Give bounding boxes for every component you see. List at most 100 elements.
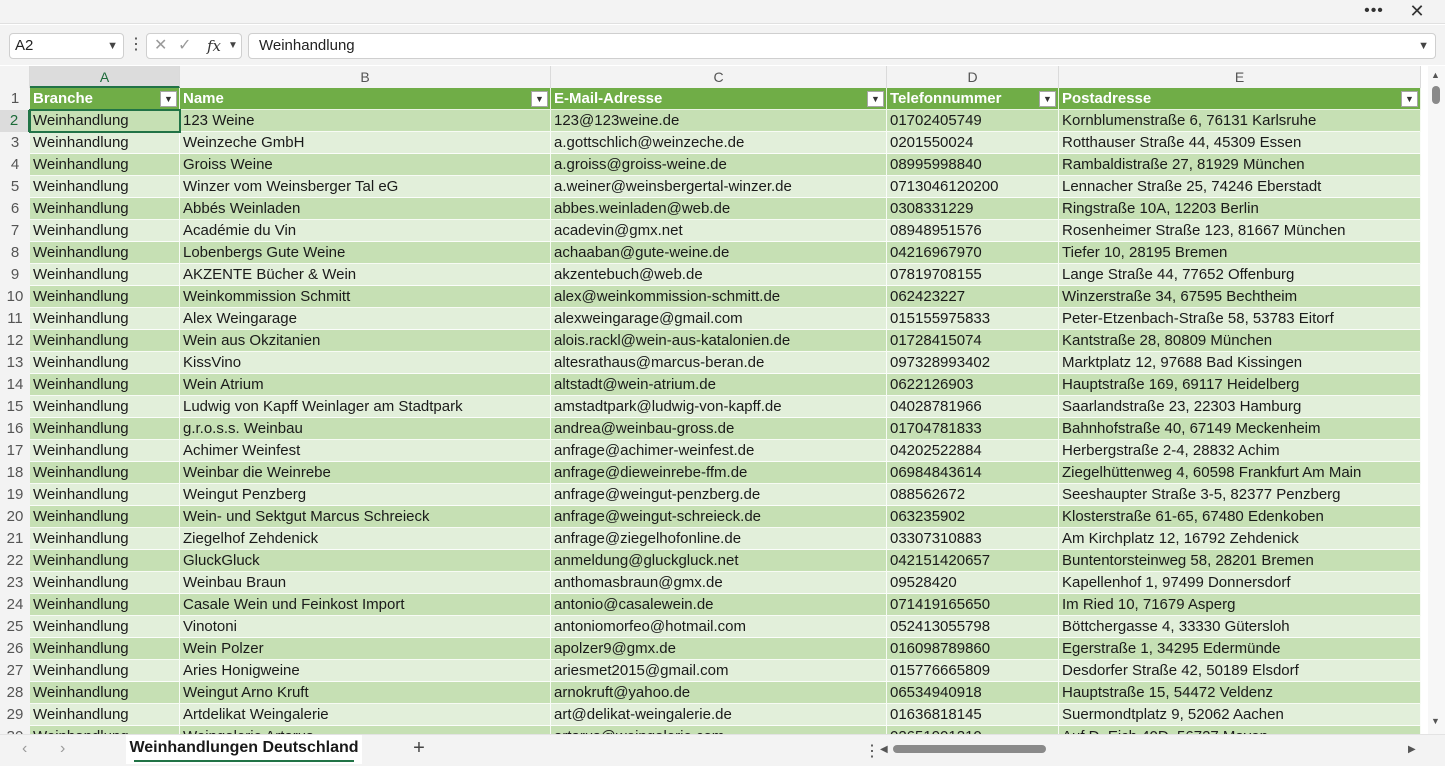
table-cell[interactable]: Weinhandlung	[30, 682, 180, 704]
table-cell[interactable]: Artdelikat Weingalerie	[180, 704, 551, 726]
table-cell[interactable]: Ziegelhof Zehdenick	[180, 528, 551, 550]
scroll-down-icon[interactable]: ▼	[1431, 716, 1440, 726]
table-cell[interactable]: Weinhandlung	[30, 286, 180, 308]
table-cell[interactable]: Weinhandlung	[30, 616, 180, 638]
cancel-icon[interactable]: ✕	[154, 34, 167, 58]
table-cell[interactable]: 06534940918	[887, 682, 1059, 704]
table-cell[interactable]: Abbés Weinladen	[180, 198, 551, 220]
row-header[interactable]: 18	[0, 462, 30, 484]
table-cell[interactable]: anfrage@achimer-weinfest.de	[551, 440, 887, 462]
vertical-scroll-thumb[interactable]	[1432, 86, 1440, 104]
table-cell[interactable]: andrea@weinbau-gross.de	[551, 418, 887, 440]
row-header[interactable]: 9	[0, 264, 30, 286]
table-cell[interactable]: Weinhandlung	[30, 572, 180, 594]
select-all-corner[interactable]	[0, 66, 30, 88]
row-header[interactable]: 26	[0, 638, 30, 660]
table-cell[interactable]: Weinzeche GmbH	[180, 132, 551, 154]
table-cell[interactable]: 052413055798	[887, 616, 1059, 638]
expand-formula-icon[interactable]: ▼	[1418, 34, 1429, 58]
row-header[interactable]: 13	[0, 352, 30, 374]
table-cell[interactable]: antonio@casalewein.de	[551, 594, 887, 616]
row-header[interactable]: 24	[0, 594, 30, 616]
table-cell[interactable]: 0713046120200	[887, 176, 1059, 198]
table-cell[interactable]: Ludwig von Kapff Weinlager am Stadtpark	[180, 396, 551, 418]
table-cell[interactable]: Rambaldistraße 27, 81929 München	[1059, 154, 1421, 176]
table-cell[interactable]: Weinbar die Weinrebe	[180, 462, 551, 484]
table-cell[interactable]: Weinhandlung	[30, 594, 180, 616]
table-cell[interactable]: antoniomorfeo@hotmail.com	[551, 616, 887, 638]
table-cell[interactable]: altesrathaus@marcus-beran.de	[551, 352, 887, 374]
row-header[interactable]: 3	[0, 132, 30, 154]
header-cell[interactable]: E-Mail-Adresse	[551, 88, 887, 110]
chevron-down-icon[interactable]: ▼	[228, 34, 238, 58]
table-cell[interactable]: 0201550024	[887, 132, 1059, 154]
table-cell[interactable]: 097328993402	[887, 352, 1059, 374]
table-cell[interactable]: KissVino	[180, 352, 551, 374]
table-cell[interactable]: Weinhandlung	[30, 528, 180, 550]
table-cell[interactable]: alexweingarage@gmail.com	[551, 308, 887, 330]
table-cell[interactable]: Achimer Weinfest	[180, 440, 551, 462]
row-header[interactable]: 28	[0, 682, 30, 704]
row-header[interactable]: 25	[0, 616, 30, 638]
table-cell[interactable]: akzentebuch@web.de	[551, 264, 887, 286]
table-cell[interactable]: 01728415074	[887, 330, 1059, 352]
table-cell[interactable]: Weinhandlung	[30, 550, 180, 572]
scroll-left-icon[interactable]: ◀	[880, 744, 888, 755]
table-cell[interactable]: Weinhandlung	[30, 198, 180, 220]
table-cell[interactable]: anfrage@ziegelhofonline.de	[551, 528, 887, 550]
table-cell[interactable]: Kornblumenstraße 6, 76131 Karlsruhe	[1059, 110, 1421, 132]
row-header[interactable]: 20	[0, 506, 30, 528]
previous-sheet-icon[interactable]: ‹	[22, 740, 27, 758]
column-header-e[interactable]: E	[1059, 66, 1421, 88]
table-cell[interactable]: Weinhandlung	[30, 176, 180, 198]
table-cell[interactable]: Weinhandlung	[30, 374, 180, 396]
table-cell[interactable]: Suermondtplatz 9, 52062 Aachen	[1059, 704, 1421, 726]
table-cell[interactable]: ariesmet2015@gmail.com	[551, 660, 887, 682]
table-cell[interactable]: 015776665809	[887, 660, 1059, 682]
table-cell[interactable]: 042151420657	[887, 550, 1059, 572]
table-cell[interactable]: Wein- und Sektgut Marcus Schreieck	[180, 506, 551, 528]
table-cell[interactable]: anmeldung@gluckgluck.net	[551, 550, 887, 572]
table-cell[interactable]: 123@123weine.de	[551, 110, 887, 132]
table-cell[interactable]: Hauptstraße 15, 54472 Veldenz	[1059, 682, 1421, 704]
table-cell[interactable]: anfrage@dieweinrebe-ffm.de	[551, 462, 887, 484]
row-header[interactable]: 19	[0, 484, 30, 506]
header-cell[interactable]: Branche	[30, 88, 180, 110]
table-cell[interactable]: Rotthauser Straße 44, 45309 Essen	[1059, 132, 1421, 154]
table-cell[interactable]: Weinhandlung	[30, 396, 180, 418]
table-cell[interactable]: 01636818145	[887, 704, 1059, 726]
table-cell[interactable]: Auf D. Eich 40D, 56727 Mayen	[1059, 726, 1421, 734]
table-cell[interactable]: Lange Straße 44, 77652 Offenburg	[1059, 264, 1421, 286]
row-header[interactable]: 29	[0, 704, 30, 726]
filter-dropdown-icon[interactable]: ▼	[1039, 91, 1056, 107]
row-header[interactable]: 4	[0, 154, 30, 176]
insert-function-icon[interactable]: fx	[207, 34, 221, 58]
table-cell[interactable]: Saarlandstraße 23, 22303 Hamburg	[1059, 396, 1421, 418]
table-cell[interactable]: achaaban@gute-weine.de	[551, 242, 887, 264]
table-cell[interactable]: altstadt@wein-atrium.de	[551, 374, 887, 396]
table-cell[interactable]: 016098789860	[887, 638, 1059, 660]
filter-dropdown-icon[interactable]: ▼	[531, 91, 548, 107]
table-cell[interactable]: Weinhandlung	[30, 132, 180, 154]
table-cell[interactable]: Weinhandlung	[30, 154, 180, 176]
table-cell[interactable]: Weinhandlung	[30, 330, 180, 352]
table-cell[interactable]: Weinhandlung	[30, 638, 180, 660]
header-cell[interactable]: Telefonnummer	[887, 88, 1059, 110]
table-cell[interactable]: a.gottschlich@weinzeche.de	[551, 132, 887, 154]
table-cell[interactable]: Weinhandlung	[30, 220, 180, 242]
table-cell[interactable]: artarus@weingalerie.com	[551, 726, 887, 734]
row-header[interactable]: 16	[0, 418, 30, 440]
row-header[interactable]: 23	[0, 572, 30, 594]
table-cell[interactable]: Weinhandlung	[30, 440, 180, 462]
scroll-up-icon[interactable]: ▲	[1431, 70, 1440, 80]
row-header[interactable]: 12	[0, 330, 30, 352]
row-header[interactable]: 22	[0, 550, 30, 572]
table-cell[interactable]: Wein aus Okzitanien	[180, 330, 551, 352]
formula-input[interactable]: Weinhandlung ▼	[248, 33, 1436, 59]
table-cell[interactable]: Weinhandlung	[30, 352, 180, 374]
table-cell[interactable]: arnokruft@yahoo.de	[551, 682, 887, 704]
table-cell[interactable]: Buntentorsteinweg 58, 28201 Bremen	[1059, 550, 1421, 572]
table-cell[interactable]: GluckGluck	[180, 550, 551, 572]
table-cell[interactable]: Weinhandlung	[30, 418, 180, 440]
row-header[interactable]: 30	[0, 726, 30, 734]
